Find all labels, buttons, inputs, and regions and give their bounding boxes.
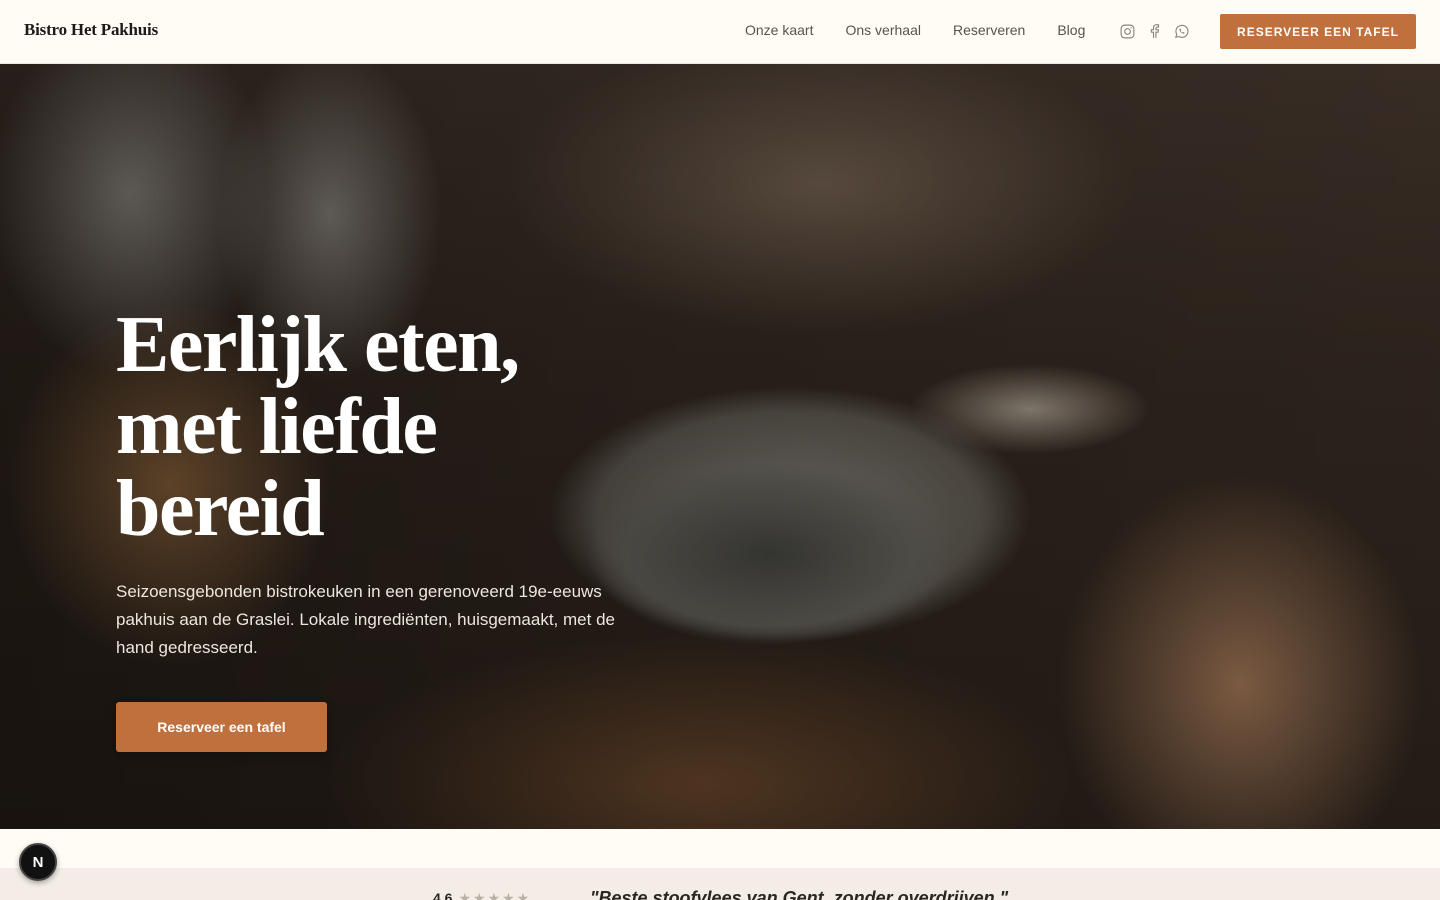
- rating-value: 4.6: [433, 890, 453, 900]
- main-nav: Onze kaart Ons verhaal Reserveren Blog: [745, 22, 1085, 38]
- nav-item-onze-kaart[interactable]: Onze kaart: [745, 22, 813, 38]
- instagram-icon[interactable]: [1119, 23, 1136, 40]
- reserve-table-header-button[interactable]: RESERVEER EEN TAFEL: [1220, 14, 1416, 49]
- reserve-table-hero-button[interactable]: Reserveer een tafel: [116, 702, 327, 752]
- hero-subtitle: Seizoensgebonden bistrokeuken in een ger…: [116, 582, 615, 657]
- n-badge-button[interactable]: N: [19, 843, 57, 881]
- section-spacer: [0, 829, 1440, 868]
- rating-summary: 4.6 ★★★★★: [433, 890, 531, 900]
- nav-item-ons-verhaal[interactable]: Ons verhaal: [845, 22, 920, 38]
- brand-logo[interactable]: Bistro Het Pakhuis: [24, 20, 158, 40]
- reviews-strip: 4.6 ★★★★★ "Beste stoofvlees van Gent, zon…: [0, 868, 1440, 900]
- review-quote: "Beste stoofvlees van Gent, zonder overd…: [590, 888, 1009, 900]
- star-rating-icon: ★★★★★: [458, 890, 532, 900]
- nav-item-reserveren[interactable]: Reserveren: [953, 22, 1025, 38]
- hero-section: Eerlijk eten, met liefde bereid Seizoens…: [0, 64, 1440, 829]
- social-links: [1119, 23, 1190, 40]
- hero-content: Eerlijk eten, met liefde bereid Seizoens…: [116, 304, 676, 752]
- facebook-icon[interactable]: [1146, 23, 1163, 40]
- nav-item-blog[interactable]: Blog: [1057, 22, 1085, 38]
- hero-title: Eerlijk eten, met liefde bereid: [116, 301, 520, 553]
- whatsapp-icon[interactable]: [1173, 23, 1190, 40]
- site-header: Bistro Het Pakhuis Onze kaart Ons verhaa…: [0, 0, 1440, 64]
